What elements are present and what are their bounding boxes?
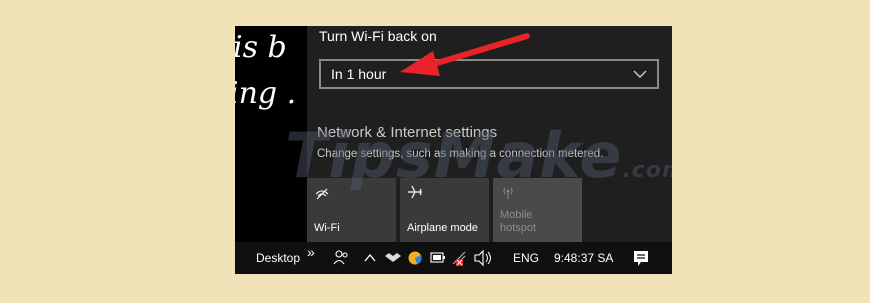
screenshot-frame: is b ing . Turn Wi-Fi back on In 1 hour …	[235, 26, 672, 274]
annotation-arrow	[400, 33, 530, 76]
